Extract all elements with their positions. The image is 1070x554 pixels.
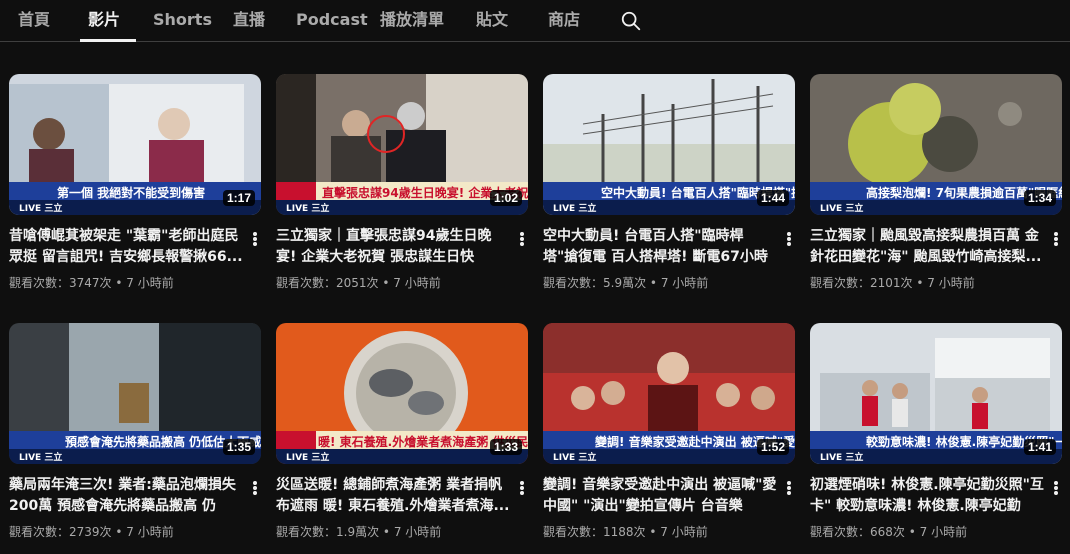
duration-badge: 1:35: [222, 439, 255, 455]
meta-separator: •: [115, 276, 123, 290]
view-count: 觀看次數：668次: [810, 525, 905, 539]
upload-age: 7 小時前: [126, 276, 174, 290]
tab-store[interactable]: 商店: [548, 0, 580, 42]
video-meta: 觀看次數：668次 • 7 小時前: [810, 523, 967, 540]
video-title[interactable]: 初選煙硝味! 林俊憲.陳亭妃勤災照"互卡" 較勁意味濃! 林俊憲.陳亭妃勤災..…: [810, 475, 1044, 517]
more-options-icon[interactable]: [247, 478, 263, 498]
video-thumbnail[interactable]: 暖! 東石養殖.外燴業者煮海產粥 供災民 LIVE 三立 1:33: [276, 323, 528, 464]
meta-separator: •: [382, 276, 390, 290]
tab-shorts[interactable]: Shorts: [153, 0, 212, 42]
duration-badge: 1:02: [489, 190, 522, 206]
channel-bug: LIVE 三立: [19, 204, 63, 214]
video-thumbnail[interactable]: 第一個 我絕對不能受到傷害 LIVE 三立 1:17: [9, 74, 261, 215]
meta-separator: •: [649, 276, 657, 290]
view-count: 觀看次數：2739次: [9, 525, 112, 539]
video-thumbnail[interactable]: 變調! 音樂家受邀赴中演出 被逼喊"愛中國" LIVE 三立 1:52: [543, 323, 795, 464]
video-title[interactable]: 空中大動員! 台電百人搭"臨時桿塔"搶復電 百人搭桿塔! 斷電67小時 新堪..…: [543, 226, 777, 268]
upload-age: 7 小時前: [393, 525, 442, 539]
tab-posts[interactable]: 貼文: [476, 0, 508, 42]
active-tab-indicator: [80, 39, 136, 42]
more-options-icon[interactable]: [781, 478, 797, 498]
view-count: 觀看次數：5.9萬次: [543, 276, 647, 290]
duration-badge: 1:17: [222, 190, 255, 206]
more-options-icon[interactable]: [514, 229, 530, 249]
upload-age: 7 小時前: [660, 276, 709, 290]
video-thumbnail[interactable]: 預感會淹先將藥品搬高 仍低估大雨威力 LIVE 三立 1:35: [9, 323, 261, 464]
channel-bug: LIVE 三立: [820, 204, 864, 214]
video-meta: 觀看次數：5.9萬次 • 7 小時前: [543, 274, 708, 291]
video-thumbnail[interactable]: 高接梨泡爛! 7旬果農損逾百萬"眼眶紅" LIVE 三立 1:34: [810, 74, 1062, 215]
more-options-icon[interactable]: [1048, 478, 1064, 498]
duration-badge: 1:52: [756, 439, 789, 455]
video-card[interactable]: 第一個 我絕對不能受到傷害 LIVE 三立 1:17 昔嗆傅崐萁被架走 "葉霸"…: [9, 74, 261, 299]
duration-badge: 1:33: [489, 439, 522, 455]
upload-age: 7 小時前: [393, 276, 441, 290]
search-icon[interactable]: [620, 10, 642, 32]
upload-age: 7 小時前: [919, 525, 968, 539]
video-meta: 觀看次數：1.9萬次 • 7 小時前: [276, 523, 441, 540]
meta-separator: •: [649, 525, 657, 539]
view-count: 觀看次數：2051次: [276, 276, 379, 290]
channel-tab-bar: 首頁 影片 Shorts 直播 Podcast 播放清單 貼文 商店: [0, 0, 1070, 42]
video-card[interactable]: 直擊張忠謀94歲生日晚宴! 企業大老祝賀 LIVE 三立 1:02 三立獨家｜直…: [276, 74, 528, 299]
channel-bug: LIVE 三立: [820, 453, 864, 463]
more-options-icon[interactable]: [1048, 229, 1064, 249]
view-count: 觀看次數：1.9萬次: [276, 525, 380, 539]
duration-badge: 1:44: [756, 190, 789, 206]
view-count: 觀看次數：1188次: [543, 525, 646, 539]
video-title[interactable]: 藥局兩年淹三次! 業者:藥品泡爛損失200萬 預感會淹先將藥品搬高 仍低...: [9, 475, 243, 517]
video-title[interactable]: 變調! 音樂家受邀赴中演出 被逼喊"愛中國" "演出"變拍宣傳片 台音樂家:..…: [543, 475, 777, 517]
tab-podcast[interactable]: Podcast: [296, 0, 368, 42]
video-thumbnail[interactable]: 空中大動員! 台電百人搭"臨時桿塔"搶復電 LIVE 三立 1:44: [543, 74, 795, 215]
view-count: 觀看次數：3747次: [9, 276, 112, 290]
video-title[interactable]: 災區送暖! 總鋪師煮海產粥 業者捐帆布遮雨 暖! 東石養殖.外燴業者煮海...: [276, 475, 510, 517]
video-title[interactable]: 三立獨家｜颱風毀高接梨農損百萬 金針花田變花"海" 颱風毀竹崎高接梨...: [810, 226, 1044, 268]
tab-playlists[interactable]: 播放清單: [380, 0, 444, 42]
thumbnail-caption: 第一個 我絕對不能受到傷害: [57, 186, 206, 200]
video-meta: 觀看次數：1188次 • 7 小時前: [543, 523, 708, 540]
video-meta: 觀看次數：2101次 • 7 小時前: [810, 274, 975, 291]
upload-age: 7 小時前: [660, 525, 708, 539]
meta-separator: •: [115, 525, 123, 539]
duration-badge: 1:34: [1023, 190, 1056, 206]
channel-bug: LIVE 三立: [553, 204, 597, 214]
channel-bug: LIVE 三立: [286, 204, 330, 214]
video-meta: 觀看次數：2739次 • 7 小時前: [9, 523, 174, 540]
meta-separator: •: [908, 525, 916, 539]
meta-separator: •: [916, 276, 924, 290]
video-card[interactable]: 變調! 音樂家受邀赴中演出 被逼喊"愛中國" LIVE 三立 1:52 變調! …: [543, 323, 795, 548]
more-options-icon[interactable]: [514, 478, 530, 498]
channel-bug: LIVE 三立: [19, 453, 63, 463]
view-count: 觀看次數：2101次: [810, 276, 913, 290]
tab-home[interactable]: 首頁: [18, 0, 50, 42]
meta-separator: •: [382, 525, 390, 539]
tab-videos[interactable]: 影片: [88, 0, 120, 42]
video-card[interactable]: 空中大動員! 台電百人搭"臨時桿塔"搶復電 LIVE 三立 1:44 空中大動員…: [543, 74, 795, 299]
video-thumbnail[interactable]: 較勁意味濃! 林俊憲.陳亭妃勤災照"一屏之隔" LIVE 三立 1:41: [810, 323, 1062, 464]
video-card[interactable]: 較勁意味濃! 林俊憲.陳亭妃勤災照"一屏之隔" LIVE 三立 1:41 初選煙…: [810, 323, 1062, 548]
more-options-icon[interactable]: [781, 229, 797, 249]
video-card[interactable]: 預感會淹先將藥品搬高 仍低估大雨威力 LIVE 三立 1:35 藥局兩年淹三次!…: [9, 323, 261, 548]
channel-bug: LIVE 三立: [286, 453, 330, 463]
video-title[interactable]: 昔嗆傅崐萁被架走 "葉霸"老師出庭民眾挺 留言詛咒! 吉安鄉長報警揪66...: [9, 226, 243, 268]
video-meta: 觀看次數：3747次 • 7 小時前: [9, 274, 174, 291]
video-title[interactable]: 三立獨家｜直擊張忠謀94歲生日晚宴! 企業大老祝賀 張忠謀生日快樂!...: [276, 226, 510, 268]
video-thumbnail[interactable]: 直擊張忠謀94歲生日晚宴! 企業大老祝賀 LIVE 三立 1:02: [276, 74, 528, 215]
more-options-icon[interactable]: [247, 229, 263, 249]
tab-live[interactable]: 直播: [233, 0, 265, 42]
upload-age: 7 小時前: [927, 276, 975, 290]
channel-bug: LIVE 三立: [553, 453, 597, 463]
duration-badge: 1:41: [1023, 439, 1056, 455]
upload-age: 7 小時前: [126, 525, 174, 539]
video-card[interactable]: 暖! 東石養殖.外燴業者煮海產粥 供災民 LIVE 三立 1:33 災區送暖! …: [276, 323, 528, 548]
video-card[interactable]: 高接梨泡爛! 7旬果農損逾百萬"眼眶紅" LIVE 三立 1:34 三立獨家｜颱…: [810, 74, 1062, 299]
video-meta: 觀看次數：2051次 • 7 小時前: [276, 274, 441, 291]
